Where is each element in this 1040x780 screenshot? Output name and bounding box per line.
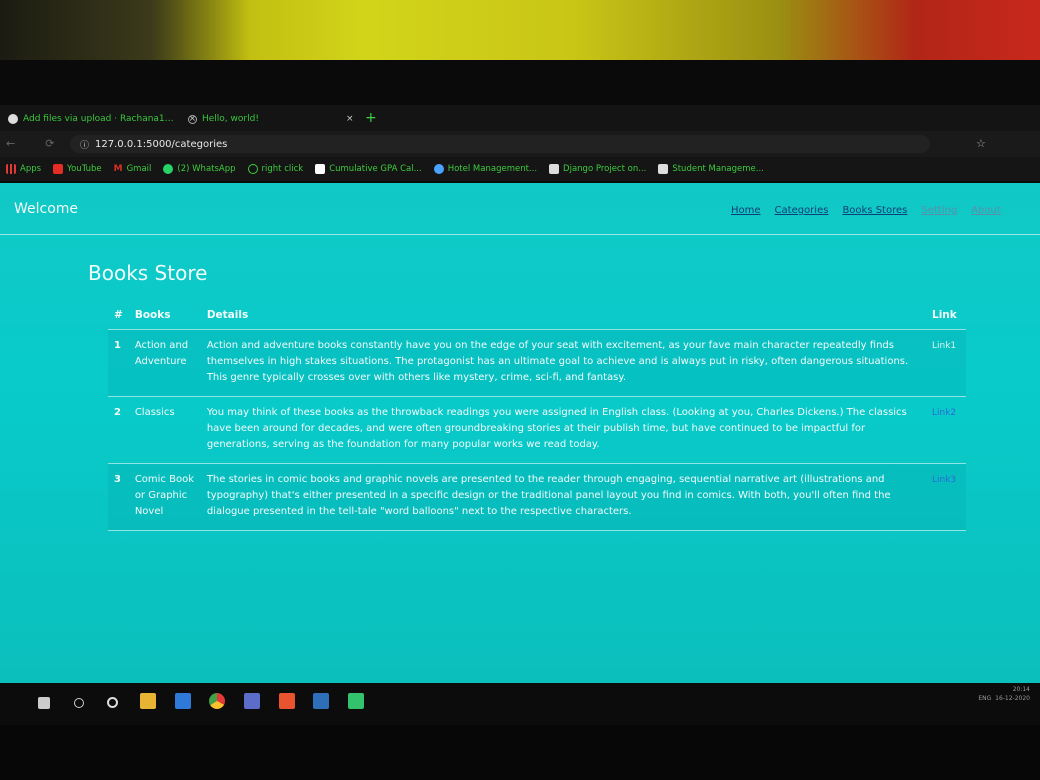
bookmark-label: (2) WhatsApp: [177, 164, 236, 174]
monitor-bezel-top: [0, 60, 1040, 110]
tab-hello-world[interactable]: Hello, world! ×: [188, 110, 353, 128]
nav-link-setting[interactable]: Setting: [921, 205, 957, 216]
hotel-icon: [433, 164, 444, 174]
bookmark-label: Hotel Management...: [447, 164, 538, 174]
pycharm-icon[interactable]: [348, 693, 364, 709]
book-details: The stories in comic books and graphic n…: [200, 463, 926, 531]
close-tab-icon[interactable]: ×: [346, 114, 354, 124]
windows-taskbar: 20:14 ENG 16-12-2020: [0, 683, 1040, 725]
book-link[interactable]: Link1: [926, 329, 966, 397]
url-text: 127.0.0.1:5000/categories: [95, 138, 228, 150]
whatsapp-icon: [163, 164, 174, 174]
col-header-details: Details: [200, 303, 926, 330]
new-tab-button[interactable]: +: [365, 110, 377, 126]
bookmark-label: Django Project on...: [563, 164, 647, 174]
shelf-shadow: [0, 0, 250, 60]
aplus-icon: [315, 164, 326, 174]
books-table: # Books Details Link 1 Action and Advent…: [108, 303, 966, 531]
photo-scene: Add files via upload · Rachana1… × Hello…: [0, 0, 1040, 780]
bookmark-label: Gmail: [126, 164, 152, 174]
gmail-icon: M: [113, 164, 123, 174]
nav-link-categories[interactable]: Categories: [775, 205, 829, 216]
table-row: 3 Comic Book or Graphic Novel The storie…: [108, 463, 966, 531]
clock-date[interactable]: 16-12-2020: [995, 695, 1030, 702]
bookmarks-bar: Apps YouTube M Gmail (2) WhatsApp right c…: [0, 157, 1040, 181]
nav-link-home[interactable]: Home: [731, 205, 761, 216]
django-icon: [549, 164, 560, 174]
app-icon[interactable]: [244, 693, 260, 709]
col-header-books: Books: [128, 303, 201, 330]
nav-links: Home Categories Books Stores Setting Abo…: [731, 205, 1001, 216]
web-page: Welcome Home Categories Books Stores Set…: [0, 183, 1040, 683]
table-header-row: # Books Details Link: [108, 303, 966, 330]
bookmark-student[interactable]: Student Manageme...: [658, 164, 764, 174]
back-icon[interactable]: ←: [6, 137, 15, 150]
mail-icon[interactable]: [175, 693, 191, 709]
col-header-link: Link: [926, 303, 966, 330]
search-icon[interactable]: [74, 698, 84, 708]
tab-label: Add files via upload · Rachana1…: [23, 114, 174, 124]
bookmark-apps[interactable]: Apps: [6, 164, 41, 174]
book-name: Action and Adventure: [128, 329, 201, 397]
tab-label: Hello, world!: [202, 114, 259, 124]
bookmark-label: right click: [261, 164, 304, 174]
book-details: You may think of these books as the thro…: [200, 396, 926, 464]
row-number: 1: [108, 329, 129, 397]
bookmark-right-click[interactable]: right click: [247, 164, 304, 174]
bookmark-label: Student Manageme...: [672, 164, 764, 174]
bookmark-youtube[interactable]: YouTube: [53, 164, 102, 174]
bookmark-whatsapp[interactable]: (2) WhatsApp: [163, 164, 236, 174]
book-name: Comic Book or Graphic Novel: [128, 463, 201, 531]
nav-link-books-stores[interactable]: Books Stores: [842, 205, 907, 216]
bookmark-gmail[interactable]: M Gmail: [114, 164, 152, 174]
bookmark-label: YouTube: [67, 164, 102, 174]
reload-icon[interactable]: ⟳: [45, 137, 54, 150]
row-number: 2: [108, 396, 129, 464]
youtube-icon: [53, 164, 64, 174]
row-number: 3: [108, 463, 129, 531]
cortana-icon[interactable]: [107, 697, 118, 708]
nav-buttons: ← ⟳: [6, 137, 54, 150]
table-row: 2 Classics You may think of these books …: [108, 396, 966, 464]
bookmark-star-icon[interactable]: ☆: [976, 137, 986, 150]
file-explorer-icon[interactable]: [140, 693, 156, 709]
info-icon[interactable]: ⓘ: [80, 138, 89, 151]
chrome-icon[interactable]: [209, 693, 225, 709]
xampp-icon[interactable]: [279, 693, 295, 709]
tab-bar: Add files via upload · Rachana1… × Hello…: [0, 105, 1040, 131]
apps-icon: [6, 164, 16, 174]
bookmark-gpa[interactable]: Cumulative GPA Cal...: [315, 164, 422, 174]
student-icon: [658, 164, 669, 174]
github-icon: [8, 114, 18, 124]
vscode-icon[interactable]: [313, 693, 329, 709]
brand-title[interactable]: Welcome: [14, 201, 78, 217]
monitor-bezel-bottom: [0, 725, 1040, 780]
windows-start-icon[interactable]: [38, 697, 50, 709]
globe-icon: [188, 114, 197, 124]
bookmark-label: Cumulative GPA Cal...: [329, 164, 422, 174]
address-bar: ← ⟳ ⓘ 127.0.0.1:5000/categories ☆: [0, 131, 1040, 157]
nav-link-about[interactable]: About: [971, 205, 1001, 216]
tab-github-upload[interactable]: Add files via upload · Rachana1… ×: [8, 110, 196, 128]
table-row: 1 Action and Adventure Action and advent…: [108, 329, 966, 397]
book-link[interactable]: Link2: [926, 396, 966, 464]
book-details: Action and adventure books constantly ha…: [200, 329, 926, 397]
system-tray: 20:14 ENG 16-12-2020: [978, 685, 1030, 703]
monitor-screen: Add files via upload · Rachana1… × Hello…: [0, 105, 1040, 725]
book-link[interactable]: Link3: [926, 463, 966, 531]
clock-time[interactable]: 20:14: [978, 685, 1030, 694]
page-title: Books Store: [88, 261, 208, 285]
bookmark-label: Apps: [20, 164, 42, 174]
site-navbar: Welcome Home Categories Books Stores Set…: [0, 183, 1040, 235]
url-field[interactable]: ⓘ 127.0.0.1:5000/categories: [70, 135, 930, 153]
col-header-num: #: [108, 303, 129, 330]
globe-icon: [247, 164, 258, 174]
bookmark-hotel[interactable]: Hotel Management...: [433, 164, 538, 174]
bookmark-django[interactable]: Django Project on...: [549, 164, 646, 174]
book-name: Classics: [128, 396, 201, 464]
language-indicator[interactable]: ENG: [978, 695, 991, 702]
